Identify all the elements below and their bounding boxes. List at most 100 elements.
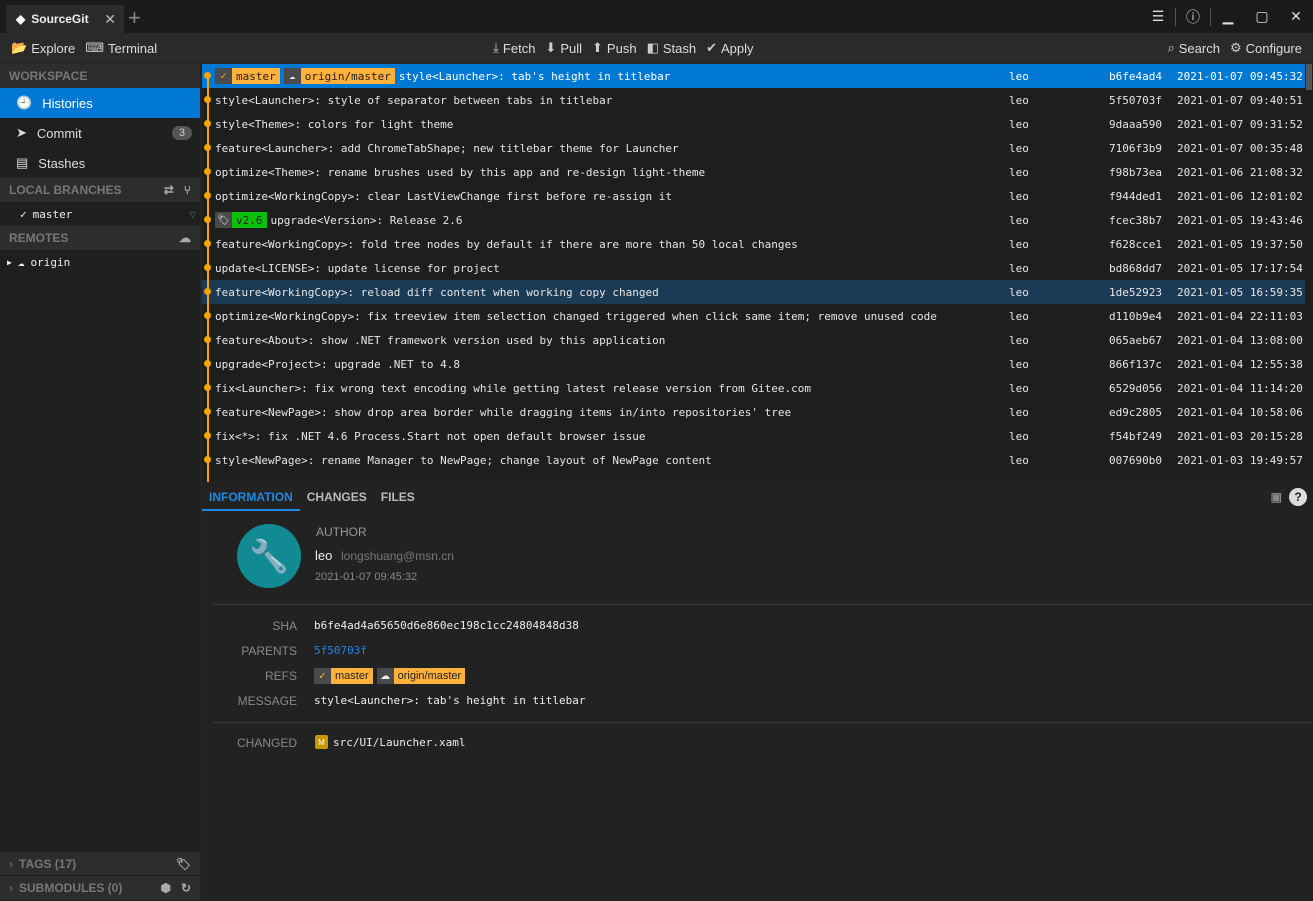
- close-tab-icon[interactable]: ✕: [104, 11, 116, 28]
- parents-label: PARENTS: [241, 644, 297, 658]
- commit-author: leo: [1009, 237, 1029, 251]
- commit-time: 2021-01-05 16:59:35: [1177, 285, 1303, 299]
- commit-time: 2021-01-07 09:40:51: [1177, 93, 1303, 107]
- commit-sha: 5f50703f: [1109, 93, 1162, 107]
- commit-row[interactable]: feature<NewPage>: show drop area border …: [202, 400, 1305, 424]
- stash-button[interactable]: ◧ Stash: [642, 40, 702, 56]
- minimize-icon[interactable]: ▁: [1211, 8, 1245, 25]
- commit-row[interactable]: ✓ master ☁ origin/master style<Launcher>: ta…: [202, 64, 1305, 88]
- scrollbar-thumb[interactable]: [1306, 64, 1312, 90]
- remote-ref: ☁ origin/master: [376, 668, 466, 684]
- commit-message-cell: feature<WorkingCopy>: reload diff conten…: [215, 286, 659, 299]
- tab-changes[interactable]: CHANGES: [300, 483, 374, 511]
- tab-files[interactable]: FILES: [374, 483, 422, 511]
- commit-row[interactable]: fix<Launcher>: fix wrong text encoding w…: [202, 376, 1305, 400]
- refresh-icon[interactable]: ↻: [181, 881, 191, 895]
- commit-row[interactable]: feature<About>: show .NET framework vers…: [202, 328, 1305, 352]
- sidebar-item-stashes[interactable]: ▤ Stashes: [0, 148, 200, 178]
- info-icon[interactable]: ⓘ: [1176, 7, 1210, 27]
- commit-row[interactable]: 🏷 v2.6 upgrade<Version>: Release 2.6 leo fce…: [202, 208, 1305, 232]
- parent-sha-link[interactable]: 5f50703f: [314, 644, 367, 657]
- commit-row[interactable]: feature<WorkingCopy>: reload diff conten…: [202, 280, 1305, 304]
- ref-name: origin/master: [393, 668, 466, 684]
- commit-row[interactable]: optimize<Theme>: rename brushes used by …: [202, 160, 1305, 184]
- add-tab-button[interactable]: +: [128, 5, 141, 31]
- commit-message-cell: style<Launcher>: style of separator betw…: [215, 94, 612, 107]
- commit-time: 2021-01-05 19:37:50: [1177, 237, 1303, 251]
- commit-row[interactable]: upgrade<Project>: upgrade .NET to 4.8 leo…: [202, 352, 1305, 376]
- commit-sha: b6fe4ad4: [1109, 69, 1162, 83]
- maximize-icon[interactable]: ▢: [1245, 8, 1279, 25]
- commit-message: optimize<WorkingCopy>: fix treeview item…: [215, 309, 937, 323]
- fetch-button[interactable]: ⤓ Fetch: [488, 40, 540, 56]
- ref-name: origin/master: [300, 68, 395, 84]
- commit-message-cell: ✓ master ☁ origin/master style<Launcher>: ta…: [215, 68, 670, 84]
- check-icon: ✓: [314, 668, 331, 684]
- sidebar-item-label: Histories: [42, 95, 93, 111]
- commit-row[interactable]: fix<*>: fix .NET 4.6 Process.Start not o…: [202, 424, 1305, 448]
- git-flow-icon[interactable]: ⇄: [164, 183, 174, 197]
- commit-row[interactable]: style<NewPage>: rename Manager to NewPag…: [202, 448, 1305, 472]
- tab-information[interactable]: INFORMATION: [202, 483, 300, 511]
- commit-author: leo: [1009, 453, 1029, 467]
- fetch-icon: ⤓: [493, 40, 499, 55]
- branch-item-master[interactable]: ✓ master ▽: [0, 202, 200, 226]
- layout-icon[interactable]: ▣: [1264, 483, 1289, 511]
- commit-sha: ed9c2805: [1109, 405, 1162, 419]
- preferences-icon[interactable]: ☰: [1141, 8, 1175, 25]
- commit-row[interactable]: feature<Launcher>: add ChromeTabShape; n…: [202, 136, 1305, 160]
- changed-file-item[interactable]: M src/UI/Launcher.xaml: [315, 735, 465, 749]
- commit-row[interactable]: optimize<WorkingCopy>: clear LastViewCha…: [202, 184, 1305, 208]
- commit-sha: 6529d056: [1109, 381, 1162, 395]
- close-icon[interactable]: ✕: [1279, 8, 1313, 25]
- new-branch-icon[interactable]: ⑂: [184, 183, 191, 197]
- commit-list[interactable]: ✓ master ☁ origin/master style<Launcher>: ta…: [202, 64, 1305, 482]
- configure-button[interactable]: ⚙ Configure: [1225, 40, 1307, 56]
- apply-button[interactable]: ✔ Apply: [701, 40, 758, 56]
- local-branches-header: LOCAL BRANCHES ⇄ ⑂: [0, 178, 200, 202]
- chevron-right-icon: ›: [9, 856, 13, 871]
- commit-time: 2021-01-07 09:31:52: [1177, 117, 1303, 131]
- divider: [213, 722, 1313, 723]
- expand-arrow-icon[interactable]: ▶: [7, 258, 12, 267]
- commit-time: 2021-01-05 19:43:46: [1177, 213, 1303, 227]
- commit-row[interactable]: style<Theme>: colors for light theme leo 9…: [202, 112, 1305, 136]
- search-icon: ⌕: [1167, 40, 1175, 55]
- avatar: 🔧: [237, 524, 301, 588]
- add-remote-icon[interactable]: ☁: [179, 231, 191, 245]
- commit-row[interactable]: feature<WorkingCopy>: fold tree nodes by…: [202, 232, 1305, 256]
- explore-button[interactable]: 📂 Explore: [6, 40, 80, 56]
- sidebar-item-commit[interactable]: ➤ Commit 3: [0, 118, 200, 148]
- sidebar-item-histories[interactable]: 🕘 Histories: [0, 88, 200, 118]
- scrollbar[interactable]: [1305, 64, 1313, 482]
- terminal-button[interactable]: ⌨ Terminal: [80, 40, 162, 56]
- commit-sha: bd868dd7: [1109, 261, 1162, 275]
- pull-icon: ⬇: [545, 40, 557, 55]
- commit-author: leo: [1009, 405, 1029, 419]
- commit-time: 2021-01-06 12:01:02: [1177, 189, 1303, 203]
- tags-header[interactable]: › TAGS (17) 🏷: [0, 852, 200, 876]
- commit-row[interactable]: style<Launcher>: style of separator betw…: [202, 88, 1305, 112]
- search-button[interactable]: ⌕ Search: [1162, 40, 1224, 56]
- commit-row[interactable]: optimize<WorkingCopy>: fix treeview item…: [202, 304, 1305, 328]
- submodules-header[interactable]: › SUBMODULES (0) ⬢ ↻: [0, 876, 200, 900]
- repo-tab[interactable]: ◆ SourceGit ✕: [6, 5, 124, 33]
- add-tag-icon[interactable]: 🏷: [176, 857, 191, 871]
- commit-message: feature<About>: show .NET framework vers…: [215, 333, 666, 347]
- remotes-header: REMOTES ☁: [0, 226, 200, 250]
- filter-icon[interactable]: ▽: [189, 208, 196, 221]
- remote-name: origin: [30, 255, 71, 269]
- commit-author: leo: [1009, 165, 1029, 179]
- sha-value[interactable]: b6fe4ad4a65650d6e860ec198c1cc24804848d38: [314, 619, 579, 632]
- help-icon[interactable]: ?: [1289, 488, 1307, 506]
- pull-button[interactable]: ⬇ Pull: [540, 40, 587, 56]
- remote-item-origin[interactable]: ▶ ☁ origin: [0, 250, 200, 274]
- commit-row[interactable]: update<LICENSE>: update license for proj…: [202, 256, 1305, 280]
- commit-detail-panel: INFORMATION CHANGES FILES ▣ ? 🔧 AUTHOR l…: [202, 483, 1313, 901]
- refs-list: ✓ master ☁ origin/master: [314, 668, 466, 684]
- submodule-icon[interactable]: ⬢: [160, 881, 170, 895]
- push-button[interactable]: ⬆ Push: [587, 40, 642, 56]
- apply-label: Apply: [721, 40, 754, 56]
- workspace-header: WORKSPACE: [0, 64, 200, 88]
- commit-message: feature<NewPage>: show drop area border …: [215, 405, 792, 419]
